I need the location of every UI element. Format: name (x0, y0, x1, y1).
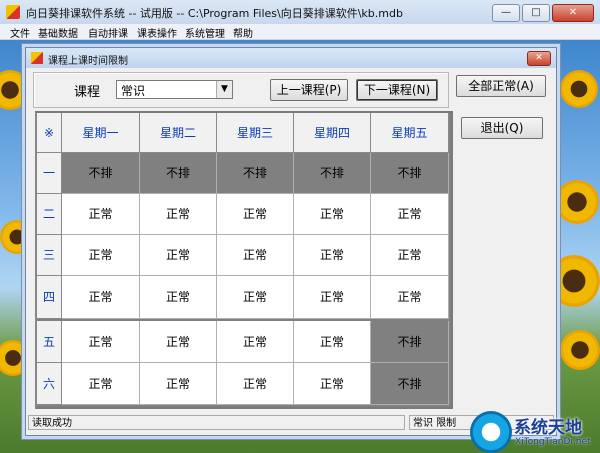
schedule-cell[interactable]: 正常 (62, 194, 140, 235)
schedule-cell[interactable]: 正常 (140, 363, 217, 405)
schedule-cell[interactable]: 正常 (371, 194, 449, 235)
schedule-cell[interactable]: 不排 (217, 153, 294, 194)
day-header: 星期四 (294, 113, 371, 153)
sunflower-image (560, 70, 598, 108)
menu-auto-schedule[interactable]: 自动排课 (88, 25, 128, 40)
dialog-app-icon (31, 52, 43, 64)
watermark-logo-icon (470, 411, 512, 453)
schedule-cell[interactable]: 正常 (62, 235, 140, 276)
period-header: 六 (37, 363, 62, 405)
menu-file[interactable]: 文件 (10, 25, 30, 40)
minimize-button[interactable]: — (492, 4, 520, 22)
schedule-cell[interactable]: 正常 (62, 321, 140, 363)
course-select-panel: 课程 常识 ▼ 上一课程(P) 下一课程(N) (33, 72, 449, 108)
prev-course-button[interactable]: 上一课程(P) (270, 79, 348, 101)
app-icon (6, 5, 20, 19)
main-window-titlebar: 向日葵排课软件系统 -- 试用版 -- C:\Program Files\向日葵… (0, 0, 600, 25)
schedule-grid: ※ 星期一 星期二 星期三 星期四 星期五 一 不排 不排 不排 不排 不排 二… (35, 111, 453, 409)
schedule-cell[interactable]: 正常 (371, 276, 449, 319)
menu-bar: 文件 基础数据 自动排课 课表操作 系统管理 帮助 (0, 24, 600, 40)
watermark-url: XiTongTianDi.net (515, 437, 591, 447)
schedule-cell[interactable]: 正常 (294, 321, 371, 363)
schedule-cell[interactable]: 正常 (62, 363, 140, 405)
period-header: 三 (37, 235, 62, 276)
schedule-cell[interactable]: 正常 (294, 235, 371, 276)
period-header: 一 (37, 153, 62, 194)
schedule-cell[interactable]: 正常 (294, 194, 371, 235)
maximize-button[interactable]: □ (522, 4, 550, 22)
schedule-cell[interactable]: 正常 (217, 363, 294, 405)
schedule-cell[interactable]: 正常 (294, 363, 371, 405)
status-message: 读取成功 (28, 415, 405, 430)
schedule-cell[interactable]: 正常 (140, 194, 217, 235)
schedule-cell[interactable]: 正常 (217, 194, 294, 235)
schedule-cell[interactable]: 正常 (62, 276, 140, 319)
dialog-title: 课程上课时间限制 (48, 56, 128, 67)
schedule-cell[interactable]: 正常 (371, 235, 449, 276)
sunflower-image (555, 180, 599, 224)
day-header: 星期二 (140, 113, 217, 153)
dialog-close-button[interactable]: ✕ (527, 51, 551, 66)
chevron-down-icon[interactable]: ▼ (216, 81, 232, 98)
schedule-cell[interactable]: 正常 (217, 321, 294, 363)
course-label: 课程 (74, 85, 101, 100)
watermark-title: 系统天地 (514, 418, 582, 438)
menu-basic-data[interactable]: 基础数据 (38, 25, 78, 40)
schedule-cell[interactable]: 正常 (140, 235, 217, 276)
grid-corner: ※ (37, 113, 62, 153)
course-time-limit-dialog: 课程上课时间限制 ✕ 课程 常识 ▼ 上一课程(P) 下一课程(N) 全部正常(… (25, 47, 557, 436)
dialog-titlebar: 课程上课时间限制 ✕ (26, 48, 556, 68)
course-dropdown-value: 常识 (121, 84, 146, 98)
schedule-cell[interactable]: 不排 (140, 153, 217, 194)
schedule-cell[interactable]: 不排 (371, 153, 449, 194)
schedule-cell[interactable]: 不排 (371, 363, 449, 405)
period-header: 四 (37, 276, 62, 319)
course-dropdown[interactable]: 常识 ▼ (116, 80, 233, 99)
day-header: 星期三 (217, 113, 294, 153)
close-button[interactable]: ✕ (552, 4, 594, 22)
schedule-cell[interactable]: 正常 (140, 321, 217, 363)
schedule-cell[interactable]: 正常 (140, 276, 217, 319)
menu-help[interactable]: 帮助 (233, 25, 253, 40)
exit-button[interactable]: 退出(Q) (461, 117, 543, 139)
menu-system-management[interactable]: 系统管理 (185, 25, 225, 40)
schedule-cell[interactable]: 不排 (294, 153, 371, 194)
next-course-button[interactable]: 下一课程(N) (356, 79, 438, 101)
schedule-cell[interactable]: 不排 (62, 153, 140, 194)
day-header: 星期一 (62, 113, 140, 153)
all-normal-button[interactable]: 全部正常(A) (456, 75, 546, 97)
schedule-cell[interactable]: 不排 (371, 321, 449, 363)
period-header: 二 (37, 194, 62, 235)
main-window-title: 向日葵排课软件系统 -- 试用版 -- C:\Program Files\向日葵… (26, 7, 403, 20)
sunflower-image (560, 330, 600, 370)
day-header: 星期五 (371, 113, 449, 153)
schedule-cell[interactable]: 正常 (217, 276, 294, 319)
period-header: 五 (37, 321, 62, 363)
schedule-cell[interactable]: 正常 (217, 235, 294, 276)
menu-timetable-ops[interactable]: 课表操作 (137, 25, 177, 40)
schedule-cell[interactable]: 正常 (294, 276, 371, 319)
